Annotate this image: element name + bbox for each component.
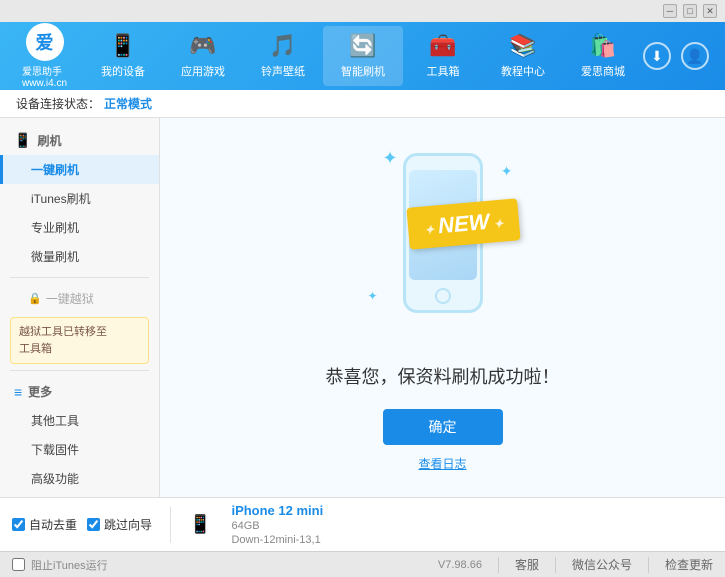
nav-tutorial-icon: 📚 [509, 33, 536, 59]
sparkle-1: ✦ [383, 148, 398, 169]
check-update-link[interactable]: 检查更新 [665, 556, 713, 573]
block-itunes-checkbox[interactable] [12, 558, 25, 571]
header: 爱 爱思助手 www.i4.cn 📱 我的设备 🎮 应用游戏 🎵 铃声壁纸 🔄 … [0, 22, 725, 90]
bottom-left: 自动去重 跳过向导 📱 iPhone 12 mini 64GB Down-12m… [12, 503, 713, 546]
footer-divider-2 [555, 557, 556, 573]
sidebar-section-flash: 📱 刷机 [0, 126, 159, 155]
bottom-bar: 自动去重 跳过向导 📱 iPhone 12 mini 64GB Down-12m… [0, 497, 725, 551]
nav-ringtone-icon: 🎵 [269, 33, 296, 59]
footer-divider-1 [498, 557, 499, 573]
auto-dedupe-input[interactable] [12, 518, 25, 531]
skip-wizard-input[interactable] [87, 518, 100, 531]
sidebar-item-pro-flash[interactable]: 专业刷机 [0, 213, 159, 242]
sidebar-item-micro-flash[interactable]: 微量刷机 [0, 242, 159, 271]
device-name: iPhone 12 mini [231, 503, 323, 518]
sparkle-3: ✦ [368, 289, 378, 303]
logo-area: 爱 爱思助手 www.i4.cn [16, 23, 73, 89]
footer-right: V7.98.66 客服 微信公众号 检查更新 [438, 556, 713, 573]
nav-flash-icon: 🔄 [349, 33, 376, 59]
sidebar-item-advanced[interactable]: 高级功能 [0, 464, 159, 493]
sidebar-section-more: ≡ 更多 [0, 377, 159, 406]
sidebar-divider-2 [10, 370, 149, 371]
nav-toolbox-icon: 🧰 [429, 33, 456, 59]
logo-icon: 爱 [26, 23, 64, 61]
logo-text: 爱思助手 www.i4.cn [22, 63, 67, 89]
nav-bar: 📱 我的设备 🎮 应用游戏 🎵 铃声壁纸 🔄 智能刷机 🧰 工具箱 📚 教程中心… [83, 26, 643, 86]
footer-divider-3 [648, 557, 649, 573]
nav-toolbox[interactable]: 🧰 工具箱 [403, 26, 483, 86]
device-os: Down-12mini-13,1 [231, 534, 323, 546]
nav-store[interactable]: 🛍️ 爱思商城 [563, 26, 643, 86]
minimize-btn[interactable]: ─ [663, 4, 677, 18]
block-itunes-label: 阻止iTunes运行 [31, 557, 108, 573]
sidebar-item-one-click-flash[interactable]: 一键刷机 [0, 155, 159, 184]
maximize-btn[interactable]: □ [683, 4, 697, 18]
confirm-button[interactable]: 确定 [383, 409, 503, 445]
nav-ringtone[interactable]: 🎵 铃声壁纸 [243, 26, 323, 86]
sidebar-jailbreak-notice: 越狱工具已转移至工具箱 [10, 317, 149, 364]
header-right: ⬇ 👤 [643, 42, 709, 70]
nav-tutorial[interactable]: 📚 教程中心 [483, 26, 563, 86]
device-info: iPhone 12 mini 64GB Down-12mini-13,1 [231, 503, 323, 546]
version-label: V7.98.66 [438, 559, 482, 571]
footer: 阻止iTunes运行 V7.98.66 客服 微信公众号 检查更新 [0, 551, 725, 577]
wechat-link[interactable]: 微信公众号 [572, 556, 632, 573]
status-bar: 设备连接状态： 正常模式 [0, 90, 725, 118]
new-badge: NEW [406, 198, 521, 250]
device-icon: 📱 [189, 514, 211, 535]
nav-device-icon: 📱 [109, 33, 136, 59]
sidebar-item-itunes-flash[interactable]: iTunes刷机 [0, 184, 159, 213]
revisit-log-link[interactable]: 查看日志 [418, 455, 466, 472]
status-value: 正常模式 [104, 95, 152, 112]
close-btn[interactable]: ✕ [703, 4, 717, 18]
customer-service-link[interactable]: 客服 [515, 556, 539, 573]
user-btn[interactable]: 👤 [681, 42, 709, 70]
nav-apps-games[interactable]: 🎮 应用游戏 [163, 26, 243, 86]
sidebar-divider-1 [10, 277, 149, 278]
skip-wizard-checkbox[interactable]: 跳过向导 [87, 516, 152, 533]
phone-home-btn [435, 288, 451, 304]
nav-store-icon: 🛍️ [589, 33, 616, 59]
bottom-divider [170, 507, 171, 543]
nav-smart-flash[interactable]: 🔄 智能刷机 [323, 26, 403, 86]
nav-apps-icon: 🎮 [189, 33, 216, 59]
auto-dedupe-checkbox[interactable]: 自动去重 [12, 516, 77, 533]
footer-left: 阻止iTunes运行 [12, 557, 426, 573]
sidebar: 📱 刷机 一键刷机 iTunes刷机 专业刷机 微量刷机 🔒 一键越狱 越狱工具… [0, 118, 160, 497]
nav-my-device[interactable]: 📱 我的设备 [83, 26, 163, 86]
device-storage: 64GB [231, 520, 323, 532]
content-area: ✦ ✦ ✦ NEW 恭喜您，保资料刷机成功啦！ 确定 查看日志 [160, 118, 725, 497]
title-bar: ─ □ ✕ [0, 0, 725, 22]
download-btn[interactable]: ⬇ [643, 42, 671, 70]
main-container: 📱 刷机 一键刷机 iTunes刷机 专业刷机 微量刷机 🔒 一键越狱 越狱工具… [0, 118, 725, 497]
sparkle-2: ✦ [501, 163, 513, 180]
flash-section-icon: 📱 [14, 132, 31, 149]
lock-icon: 🔒 [28, 292, 42, 305]
sidebar-item-download-firmware[interactable]: 下载固件 [0, 435, 159, 464]
sidebar-locked-jailbreak: 🔒 一键越狱 [0, 284, 159, 313]
success-text: 恭喜您，保资料刷机成功啦！ [326, 363, 560, 389]
more-section-icon: ≡ [14, 384, 22, 400]
phone-illustration: ✦ ✦ ✦ NEW [353, 143, 533, 343]
sidebar-item-other-tools[interactable]: 其他工具 [0, 406, 159, 435]
